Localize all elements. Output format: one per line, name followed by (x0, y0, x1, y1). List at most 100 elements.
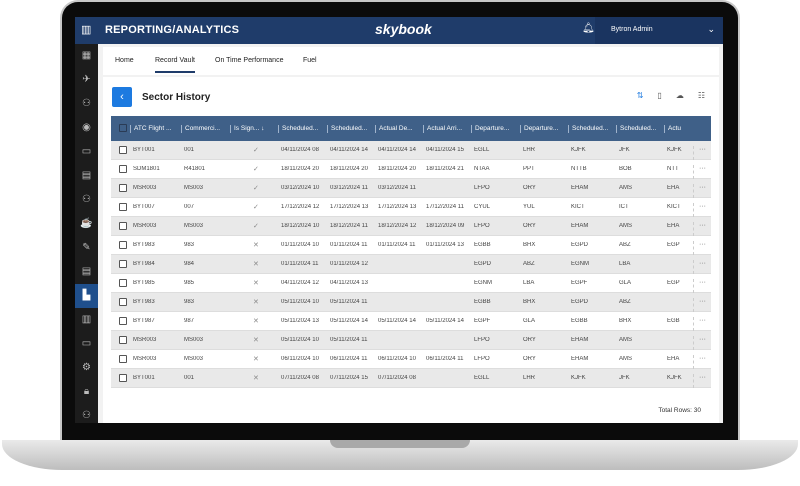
column-header[interactable]: Scheduled... (278, 125, 327, 133)
gears-icon[interactable]: ⚙ (75, 356, 98, 380)
user-icon[interactable]: ⚇ (75, 404, 98, 423)
table-cell: CYUL (474, 204, 491, 210)
tab-bar: Home Record Vault On Time Performance Fuel (103, 47, 719, 75)
clipboard-icon[interactable]: ▯ (657, 91, 661, 100)
table-cell: 18/11/2024 20 (330, 166, 368, 172)
table-cell: EGPD (571, 242, 589, 248)
column-header[interactable]: Actu (664, 125, 685, 133)
row-checkbox[interactable] (119, 241, 127, 249)
table-cell: EGP (667, 242, 680, 248)
row-checkbox[interactable] (119, 146, 127, 154)
table-cell: MS003 (184, 337, 204, 343)
row-checkbox[interactable] (119, 203, 127, 211)
people-icon[interactable]: ⚇ (75, 92, 98, 116)
more-horizontal-icon[interactable]: ··· (693, 279, 706, 293)
screen-icon[interactable]: ▭ (75, 332, 98, 356)
table-row[interactable]: BYT001 001 ✕ 07/11/2024 08 07/11/2024 15 07/1… (111, 369, 711, 388)
row-checkbox[interactable] (119, 279, 127, 287)
column-header[interactable]: Commerci... (181, 125, 230, 133)
user-menu[interactable]: Bytron Admin ⌄ (595, 17, 723, 44)
more-horizontal-icon[interactable]: ··· (693, 355, 706, 369)
column-header[interactable]: Scheduled... (327, 125, 375, 133)
people-settings-icon[interactable]: ⚇ (75, 188, 98, 212)
more-horizontal-icon[interactable]: ··· (693, 298, 706, 312)
table-row[interactable]: MSR003 MS003 ✕ 05/11/2024 10 05/11/2024 11 LF… (111, 331, 711, 350)
column-header[interactable]: Departure... (471, 125, 520, 133)
table-row[interactable]: BYT001 001 ✓ 04/11/2024 08 04/11/2024 14 04/1… (111, 141, 711, 160)
row-checkbox[interactable] (119, 165, 127, 173)
bell-icon[interactable]: 🔔︎ (582, 23, 595, 34)
more-horizontal-icon[interactable]: ··· (693, 241, 706, 255)
columns-icon[interactable]: ▥ (75, 308, 98, 332)
chevron-left-icon: ‹ (120, 91, 124, 103)
table-cell: 03/12/2024 11 (378, 185, 416, 191)
column-header[interactable]: Departure... (520, 125, 568, 133)
more-horizontal-icon[interactable]: ··· (693, 184, 706, 198)
table-cell: 984 (184, 261, 195, 267)
back-button[interactable]: ‹ (112, 87, 132, 107)
clipboard-icon[interactable]: ▤ (75, 260, 98, 284)
table-row[interactable]: BYT983 983 ✕ 01/11/2024 10 01/11/2024 11 01/1… (111, 236, 711, 255)
row-checkbox[interactable] (119, 260, 127, 268)
table-row[interactable]: MSR003 MS003 ✓ 03/12/2024 10 03/12/2024 11 03… (111, 179, 711, 198)
globe-icon[interactable]: ◉ (75, 116, 98, 140)
table-cell: EGNM (474, 280, 492, 286)
select-all-checkbox[interactable] (119, 124, 127, 132)
tab-on-time-performance[interactable]: On Time Performance (215, 57, 283, 64)
table-row[interactable]: MSR003 MS003 ✕ 06/11/2024 10 06/11/2024 11 06… (111, 350, 711, 369)
more-horizontal-icon[interactable]: ··· (693, 203, 706, 217)
table-row[interactable]: SDM1801 R41801 ✓ 18/11/2024 20 18/11/2024 20… (111, 160, 711, 179)
grid-icon[interactable]: ▦ (75, 44, 98, 68)
more-horizontal-icon[interactable]: ··· (693, 165, 706, 179)
cloud-download-icon[interactable]: ☁ (676, 91, 684, 100)
drone-icon[interactable]: ✈ (75, 68, 98, 92)
tab-fuel[interactable]: Fuel (303, 57, 317, 64)
top-header: ▥ REPORTING/ANALYTICS skybook 🔔︎ Bytron … (75, 17, 723, 44)
table-cell: KICT (667, 204, 681, 210)
table-row[interactable]: BYT985 985 ✕ 04/11/2024 12 04/11/2024 13 EGNM… (111, 274, 711, 293)
more-horizontal-icon[interactable]: ··· (693, 146, 706, 160)
row-checkbox[interactable] (119, 317, 127, 325)
columns-icon[interactable]: ☷ (698, 91, 705, 100)
table-row[interactable]: BYT983 983 ✕ 05/11/2024 10 05/11/2024 11 EGBB… (111, 293, 711, 312)
table-cell: 18/12/2024 10 (281, 223, 320, 229)
column-header[interactable]: Scheduled... (616, 125, 664, 133)
more-horizontal-icon[interactable]: ··· (693, 374, 706, 388)
column-header[interactable]: Is Sign... ↓ (230, 125, 278, 133)
bar-chart-icon[interactable]: ▥ (81, 23, 91, 36)
table-cell: NTTB (571, 166, 587, 172)
row-checkbox[interactable] (119, 336, 127, 344)
more-horizontal-icon[interactable]: ··· (693, 317, 706, 331)
table-cell: AMS (619, 356, 633, 362)
table-cell: 05/11/2024 11 (330, 299, 368, 305)
row-checkbox[interactable] (119, 298, 127, 306)
table-cell: 04/11/2024 08 (281, 147, 319, 153)
more-horizontal-icon[interactable]: ··· (693, 222, 706, 236)
lock-icon[interactable]: 🔒︎ (75, 380, 98, 404)
row-checkbox[interactable] (119, 355, 127, 363)
tab-home[interactable]: Home (115, 57, 134, 64)
table-row[interactable]: MSR003 MS003 ✓ 18/12/2024 10 18/12/2024 11 18… (111, 217, 711, 236)
tab-record-vault[interactable]: Record Vault (155, 57, 195, 73)
column-header[interactable]: Actual Arri... (423, 125, 471, 133)
row-checkbox[interactable] (119, 184, 127, 192)
pin-icon[interactable]: ✎ (75, 236, 98, 260)
list-icon[interactable]: ▤ (75, 164, 98, 188)
row-checkbox[interactable] (119, 374, 127, 382)
table-row[interactable]: BYT987 987 ✕ 05/11/2024 13 05/11/2024 14 05/1… (111, 312, 711, 331)
refresh-icon[interactable]: ⇅ (637, 91, 644, 100)
chevron-down-icon[interactable]: ⌄ (707, 24, 715, 35)
monitor-icon[interactable]: ▭ (75, 140, 98, 164)
table-cell: MSR003 (133, 337, 157, 343)
table-cell: MSR003 (133, 185, 157, 191)
row-checkbox[interactable] (119, 222, 127, 230)
table-row[interactable]: BYT007 007 ✓ 17/12/2024 12 17/12/2024 13 17/1… (111, 198, 711, 217)
more-horizontal-icon[interactable]: ··· (693, 260, 706, 274)
column-header[interactable]: Scheduled... (568, 125, 616, 133)
more-horizontal-icon[interactable]: ··· (693, 336, 706, 350)
reports-icon[interactable]: ▙ (75, 284, 98, 308)
coffee-icon[interactable]: ☕ (75, 212, 98, 236)
table-row[interactable]: BYT984 984 ✕ 01/11/2024 11 01/11/2024 12 EGPD… (111, 255, 711, 274)
column-header[interactable]: ATC Flight ... (130, 125, 181, 133)
column-header[interactable]: Actual De... (375, 125, 423, 133)
